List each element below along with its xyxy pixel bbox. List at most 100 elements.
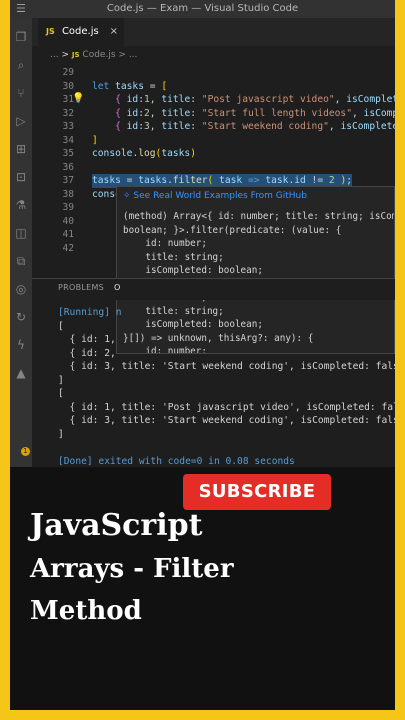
code-text: { id:1, title: "Post javascript video", … [92,93,395,107]
tab-bar: JS Code.js × [32,18,395,46]
code-token: tasks [92,175,121,186]
signature-line: (method) Array<{ id: number; title: stri… [123,211,395,222]
breadcrumb-separator: > [61,50,70,60]
panel-tabs: PROBLEMS O [32,278,395,300]
code-token: title [161,94,191,105]
code-text: { id:3, title: "Start weekend coding", i… [92,120,395,134]
code-token: { [92,94,127,105]
bookmark-icon[interactable]: ⧉ [14,254,28,268]
menu-icon[interactable]: ☰ [16,0,26,18]
signature-line: boolean; }>.filter(predicate: (value: { [123,224,342,236]
sparkle-icon: ✧ [123,191,131,201]
live-share-icon[interactable]: ↻ [14,310,28,324]
breadcrumb-more[interactable]: ... [129,50,138,60]
output-line: { id: 1, title: 'Post javascript video',… [58,401,395,413]
code-token: isComplete [363,107,395,119]
vscode-window: ☰ Code.js — Exam — Visual Studio Code ❐ … [10,0,395,467]
lightbulb-icon[interactable]: 💡 [72,93,84,104]
js-file-icon: JS [71,51,80,59]
output-line: [ [58,388,64,399]
remote-icon[interactable]: ⊡ [14,170,28,184]
line-number: 32 [62,107,74,119]
code-token: id [294,175,306,186]
code-token: , [149,121,162,132]
line-number: 29 [62,67,74,78]
output-line: ] [58,374,64,386]
line-number: 42 [62,242,74,254]
code-token: : [190,121,202,132]
code-token: != [305,175,329,186]
running-line: [Running] n [58,307,122,318]
code-token: isCompleted [346,94,395,105]
line-number: 38 [62,188,74,200]
code-token: task [213,175,243,186]
code-token: , [149,107,162,119]
github-examples-link[interactable]: ✧ See Real World Examples From GitHub [123,191,307,201]
output-panel: [Running] n [ { id: 1, { id: 2, { id: 3,… [32,306,395,467]
breadcrumb-more[interactable]: ... [50,50,59,60]
code-line: 29 [32,66,395,80]
video-title-line-2: Arrays - Filter [30,554,234,584]
output-line: ] [58,428,64,440]
breadcrumb-file[interactable]: Code.js [82,50,115,60]
tab-problems[interactable]: PROBLEMS [58,283,104,292]
close-tab-icon[interactable]: × [110,18,118,46]
subscribe-button[interactable]: SUBSCRIBE [183,474,331,510]
source-control-icon[interactable]: ⑂ [14,86,28,100]
tab-code-js[interactable]: JS Code.js × [38,18,124,46]
extensions-icon[interactable]: ⊞ [14,142,28,156]
code-token: , [149,94,162,105]
line-number: 41 [62,229,74,240]
output-line: [ [58,320,64,332]
code-line: 36 [32,161,395,175]
code-token: title [161,121,191,132]
output-line: { id: 2, [58,347,116,359]
code-token: = [144,80,162,92]
window-title: Code.js — Exam — Visual Studio Code [106,3,299,14]
code-token: : [190,107,202,119]
code-token: , [334,94,347,105]
database-icon[interactable]: ◎ [14,282,28,296]
tab-output[interactable]: O [114,283,120,292]
code-token: tasks [161,148,191,159]
code-token: "Start full length videos" [201,107,352,119]
code-text: { id:2, title: "Start full length videos… [92,107,395,121]
code-line: 32 { id:2, title: "Start full length vid… [32,107,395,121]
code-token: ; [346,175,353,186]
code-text: console.log(tasks) [92,147,196,161]
tab-label: Code.js [61,26,99,37]
signature-line: isCompleted: boolean; [123,265,263,276]
code-token: isCompleted [340,121,395,132]
breadcrumb-separator: > [118,50,126,60]
code-token: ] [92,134,98,146]
lightning-icon[interactable]: ϟ [14,338,28,352]
azure-icon[interactable]: ▲ [14,366,28,380]
code-token: id [126,121,139,132]
code-line: 30 let tasks = [ [32,80,395,94]
code-token: tasks [138,175,168,186]
code-token: let [92,80,116,92]
docker-icon[interactable]: ◫ [14,226,28,240]
title-bar: ☰ Code.js — Exam — Visual Studio Code [10,0,395,18]
output-line: { id: 1, [58,334,116,345]
code-token: "Post javascript video" [201,94,335,105]
code-token: , [351,107,364,119]
testing-icon[interactable]: ⚗ [14,198,28,212]
code-token: = [120,175,139,186]
code-token: title [161,107,191,119]
line-number: 37 [62,175,74,186]
output-line: { id: 3, title: 'Start weekend coding', … [58,361,395,372]
run-debug-icon[interactable]: ▷ [14,114,28,128]
code-text: let tasks = [ [92,80,167,94]
code-token: ) [334,175,347,186]
code-line: 35 console.log(tasks) [32,147,395,161]
js-file-icon: JS [46,27,55,36]
output-line: { id: 3, title: 'Start weekend coding', … [58,415,395,426]
code-line: 31 { id:1, title: "Post javascript video… [32,93,395,107]
code-line: 34] [32,134,395,148]
code-token: ) [190,148,196,159]
explorer-icon[interactable]: ❐ [14,30,28,44]
breadcrumb: ... > JS Code.js > ... [32,46,395,64]
search-icon[interactable]: ⌕ [14,58,28,72]
code-token: "Start weekend coding" [201,121,329,132]
